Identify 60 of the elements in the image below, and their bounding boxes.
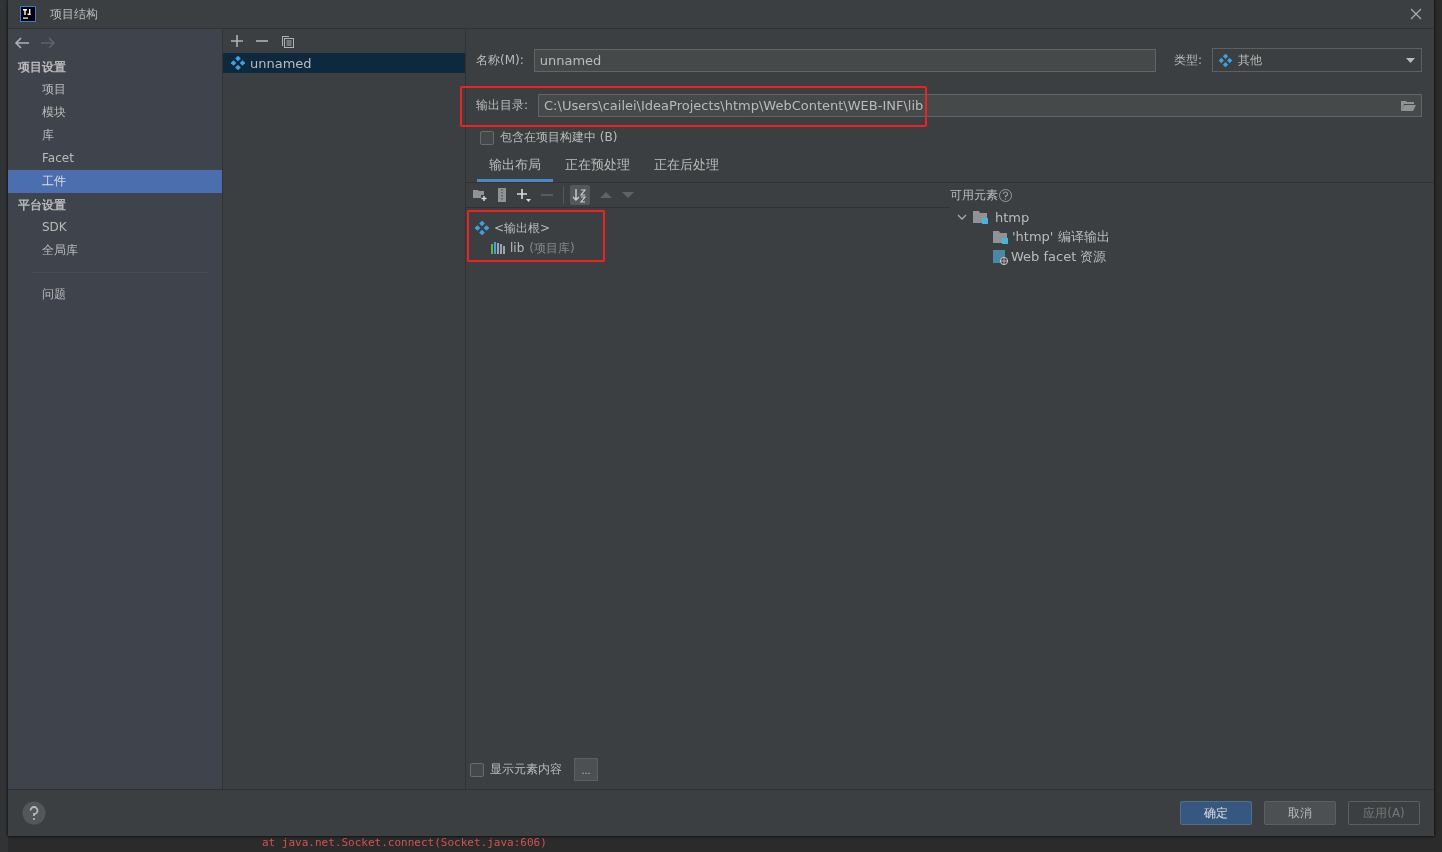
section-heading: 平台设置 [17, 197, 67, 214]
tab[interactable]: 正在预处理 [553, 150, 642, 182]
show-content-checkbox[interactable] [470, 762, 484, 777]
tree-item-note: (项目库) [529, 239, 575, 257]
archive-icon[interactable] [497, 188, 507, 202]
sidebar-item[interactable]: 项目 [8, 78, 222, 101]
dialog-button[interactable]: 确定 [1180, 801, 1252, 825]
name-label: 名称(M): [476, 51, 524, 69]
include-label: 包含在项目构建中 (B) [500, 129, 618, 146]
tree-item[interactable]: lib [510, 241, 525, 255]
sidebar-item[interactable]: 全局库 [8, 239, 222, 262]
sort-icon[interactable] [570, 185, 590, 205]
tree-item[interactable]: htmp [995, 209, 1030, 225]
console-text: at java.net.Socket.connect(Socket.java:606) [262, 836, 547, 850]
library-icon [491, 242, 505, 254]
folder-icon[interactable] [1401, 100, 1416, 111]
include-checkbox[interactable] [480, 130, 494, 145]
help-icon[interactable] [22, 801, 46, 825]
tab[interactable]: 输出布局 [477, 150, 553, 182]
section-heading: 项目设置 [17, 59, 67, 76]
dialog-button[interactable]: 取消 [1264, 801, 1336, 825]
module-folder-icon [993, 230, 1009, 244]
output-directory-field[interactable]: C:\Users\cailei\IdeaProjects\htmp\WebContent\WEB-INF\lib [538, 94, 1422, 117]
help-icon[interactable] [999, 188, 1012, 202]
tree-item[interactable]: 'htmp' 编译输出 [1012, 228, 1110, 246]
name-field[interactable]: unnamed [533, 48, 1156, 72]
chevron-down-icon[interactable] [957, 212, 967, 222]
sidebar-item[interactable]: 工件 [8, 170, 222, 193]
folder-add-icon[interactable] [473, 189, 487, 201]
output-directory-label: 输出目录: [476, 97, 529, 114]
module-folder-icon [973, 210, 989, 224]
tree-item[interactable]: Web facet 资源 [1011, 248, 1107, 266]
back-arrow-icon[interactable] [14, 37, 30, 49]
sidebar-item[interactable]: SDK [8, 216, 222, 239]
add-icon[interactable] [231, 35, 243, 47]
add-dropdown-icon[interactable] [517, 188, 531, 202]
caret-icon [1406, 57, 1415, 63]
sidebar-item[interactable]: 模块 [8, 101, 222, 124]
more-button[interactable]: ... [574, 758, 598, 781]
tree-item[interactable]: <输出根> [494, 219, 551, 237]
move-down-icon [622, 191, 634, 199]
artifact-icon [231, 56, 245, 70]
artifact-icon [1219, 53, 1232, 67]
sidebar-item[interactable]: 库 [8, 124, 222, 147]
show-content-label: 显示元素内容 [490, 761, 562, 778]
app-logo-icon [20, 6, 36, 22]
artifact-icon [475, 221, 489, 235]
sidebar-item[interactable]: 问题 [8, 283, 222, 306]
type-label: 类型: [1173, 51, 1202, 69]
tab[interactable]: 正在后处理 [642, 150, 731, 182]
move-up-icon [600, 191, 612, 199]
window-title: 项目结构 [50, 5, 98, 23]
close-icon[interactable] [1410, 8, 1422, 20]
sidebar-item[interactable]: Facet [8, 147, 222, 170]
type-dropdown[interactable]: 其他 [1212, 48, 1422, 72]
web-resource-icon [993, 249, 1008, 265]
artifact-name: unnamed [250, 55, 312, 71]
available-elements-label: 可用元素 [950, 186, 998, 204]
artifact-item[interactable]: unnamed [223, 53, 465, 73]
copy-icon[interactable] [281, 34, 294, 48]
